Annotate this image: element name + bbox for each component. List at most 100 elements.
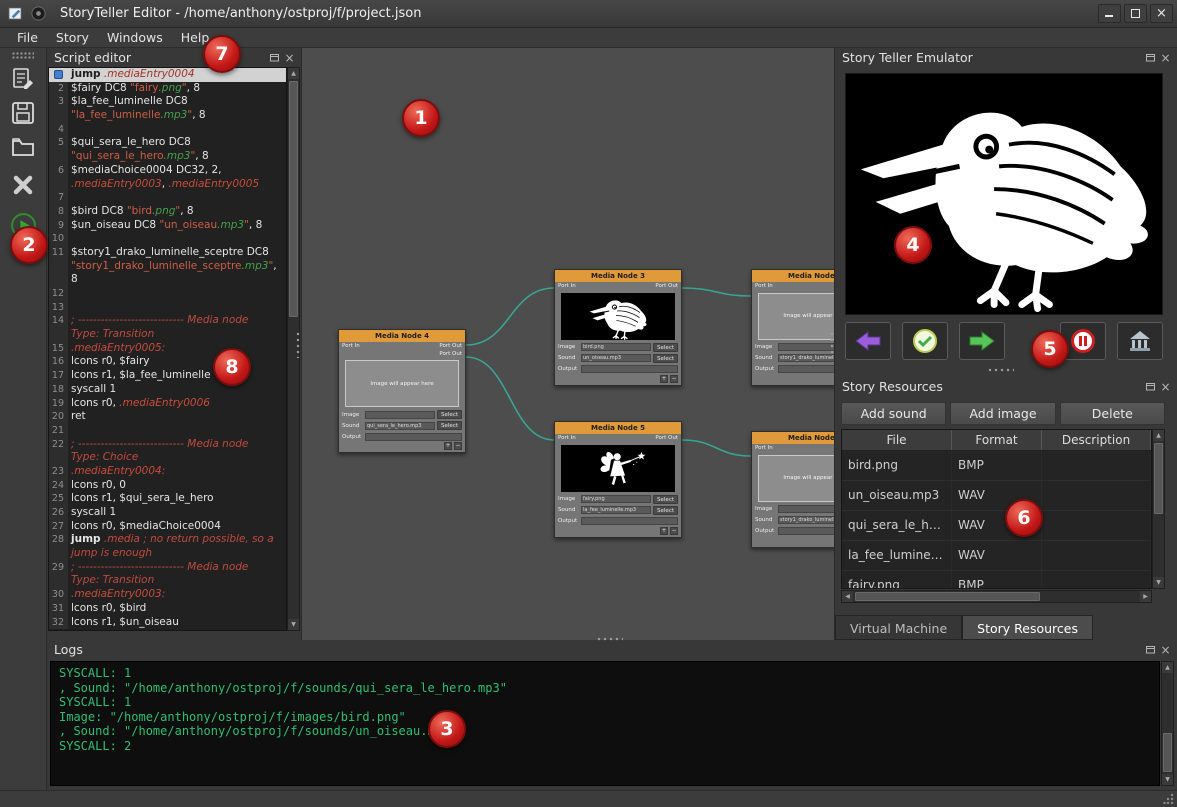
logs-header[interactable]: Logs × [47, 640, 1177, 659]
output-port[interactable]: Port Out [655, 435, 678, 442]
node-row-value[interactable]: fairy.png [581, 495, 651, 503]
toolbar-handle[interactable] [12, 52, 34, 60]
float-icon[interactable] [1143, 642, 1158, 657]
code-line[interactable]: Type: Transition [49, 574, 286, 588]
code-line[interactable]: 26syscall 1 [49, 506, 286, 520]
input-port[interactable]: Port In [558, 435, 576, 442]
node-row-value[interactable] [778, 343, 835, 351]
code-line[interactable]: 25lcons r1, $qui_sera_le_hero [49, 492, 286, 506]
node-select-button[interactable]: Select [653, 343, 678, 352]
table-cell[interactable] [1042, 511, 1151, 540]
scrollbar-thumb[interactable] [855, 592, 1040, 601]
code-line[interactable]: 30.mediaEntry0003: [49, 588, 286, 602]
emulator-home-button[interactable] [1117, 322, 1163, 360]
node-row-value[interactable] [581, 365, 678, 373]
close-icon[interactable]: × [1158, 50, 1173, 65]
code-line[interactable]: 28jump .media ; no return possible, so a [49, 533, 286, 547]
node-title[interactable]: Media Node 6 [752, 432, 835, 444]
code-line[interactable]: 18syscall 1 [49, 383, 286, 397]
node-row-value[interactable] [365, 433, 462, 441]
node-select-button[interactable]: Select [653, 495, 678, 504]
code-line[interactable]: 24lcons r0, 0 [49, 479, 286, 493]
scroll-down-icon[interactable]: ▼ [1162, 774, 1173, 785]
table-cell[interactable]: WAV [952, 511, 1042, 540]
code-line[interactable]: 29; ---------------------------- Media n… [49, 561, 286, 575]
node-row-value[interactable]: story1_drako_luminelle_sceptre.mp3 [778, 516, 835, 524]
script-editor-header[interactable]: Script editor × [47, 48, 301, 67]
node-title[interactable]: Media Node 3 [555, 270, 681, 282]
table-cell[interactable] [1042, 451, 1151, 480]
scrollbar-thumb[interactable] [289, 81, 298, 317]
code-line[interactable]: 10 [49, 232, 286, 246]
splitter-handle[interactable] [597, 637, 623, 641]
splitter-handle[interactable] [296, 332, 300, 358]
add-image-button[interactable]: Add image [950, 402, 1055, 425]
table-cell[interactable] [1042, 481, 1151, 510]
close-icon[interactable]: × [282, 50, 297, 65]
node-remove-button[interactable]: − [670, 527, 678, 535]
table-row[interactable]: un_oiseau.mp3WAV [842, 481, 1151, 511]
code-line[interactable]: Type: Transition [49, 328, 286, 342]
close-icon[interactable]: × [1158, 642, 1173, 657]
node-row-value[interactable] [581, 517, 678, 525]
new-script-button[interactable] [7, 64, 39, 94]
code-line[interactable]: jump .mediaEntry0004 [49, 68, 286, 82]
menu-file[interactable]: File [8, 28, 47, 48]
node-graph-canvas[interactable]: Media Node 4Port InPort OutPort OutImage… [301, 48, 835, 640]
run-button[interactable] [7, 210, 39, 240]
code-line[interactable]: 3$la_fee_luminelle DC8 [49, 95, 286, 109]
node-row-value[interactable] [778, 505, 835, 513]
emulator-previous-button[interactable] [845, 322, 891, 360]
table-row[interactable]: qui_sera_le_hero.mp3WAV [842, 511, 1151, 541]
node-select-button[interactable]: Select [653, 354, 678, 363]
delete-button[interactable] [7, 170, 39, 200]
resources-header[interactable]: Story Resources × [835, 377, 1177, 396]
input-port[interactable]: Port In [342, 343, 360, 350]
code-line[interactable]: 14; ---------------------------- Media n… [49, 314, 286, 328]
code-line[interactable]: 21 [49, 424, 286, 438]
graph-node[interactable]: Media Node 6Port InPort OutImage will ap… [751, 431, 835, 548]
scroll-down-icon[interactable]: ▼ [288, 619, 299, 630]
code-line[interactable]: 2$fairy DC8 "fairy.png", 8 [49, 82, 286, 96]
emulator-next-button[interactable] [959, 322, 1005, 360]
code-line[interactable]: 20ret [49, 410, 286, 424]
code-line[interactable]: 9$un_oiseau DC8 "un_oiseau.mp3", 8 [49, 219, 286, 233]
table-cell[interactable]: qui_sera_le_hero.mp3 [842, 511, 952, 540]
node-row-value[interactable]: bird.png [581, 343, 651, 351]
code-line[interactable]: 31lcons r0, $bird [49, 602, 286, 616]
graph-node[interactable]: Media Node 4Port InPort OutPort OutImage… [338, 329, 466, 453]
node-select-button[interactable]: Select [437, 421, 462, 430]
code-line[interactable]: 8$bird DC8 "bird.png", 8 [49, 205, 286, 219]
node-row-value[interactable]: qui_sera_le_hero.mp3 [365, 422, 435, 430]
input-port[interactable]: Port In [755, 283, 773, 290]
input-port[interactable]: Port In [755, 445, 773, 452]
code-line[interactable]: 6$mediaChoice0004 DC32, 2, [49, 164, 286, 178]
title-bar[interactable]: StoryTeller Editor - /home/anthony/ostpr… [0, 0, 1177, 28]
scroll-up-icon[interactable]: ▲ [1153, 430, 1164, 441]
node-select-button[interactable]: Select [653, 506, 678, 515]
code-line[interactable]: 23.mediaEntry0004: [49, 465, 286, 479]
table-cell[interactable]: la_fee_luminelle.mp3 [842, 541, 952, 570]
node-remove-button[interactable]: − [670, 375, 678, 383]
code-line[interactable]: "qui_sera_le_hero.mp3", 8 [49, 150, 286, 164]
table-cell[interactable] [1042, 571, 1151, 589]
emulator-pause-button[interactable] [1060, 322, 1106, 360]
table-horizontal-scrollbar[interactable]: ◀ ▶ [841, 590, 1152, 603]
output-port[interactable]: Port Out [439, 343, 462, 350]
output-port[interactable]: Port Out [439, 351, 462, 358]
column-header-file[interactable]: File [842, 430, 952, 450]
app-menu-icon[interactable] [6, 5, 24, 23]
table-row[interactable]: la_fee_luminelle.mp3WAV [842, 541, 1151, 571]
close-icon[interactable]: × [1158, 379, 1173, 394]
code-line[interactable]: jump is enough [49, 547, 286, 561]
code-line[interactable]: "story1_drako_luminelle_sceptre.mp3", [49, 260, 286, 274]
table-row[interactable]: bird.pngBMP [842, 451, 1151, 481]
scroll-up-icon[interactable]: ▲ [1162, 662, 1173, 673]
table-cell[interactable]: WAV [952, 481, 1042, 510]
graph-node[interactable]: Media Node 5Port InPort OutImagefairy.pn… [554, 421, 682, 538]
scroll-down-icon[interactable]: ▼ [1153, 577, 1164, 588]
node-select-button[interactable]: Select [437, 410, 462, 419]
scrollbar-thumb[interactable] [1163, 733, 1172, 772]
graph-node[interactable]: Media Node 2Port InPort OutImage will ap… [751, 269, 835, 386]
code-line[interactable]: 7 [49, 191, 286, 205]
